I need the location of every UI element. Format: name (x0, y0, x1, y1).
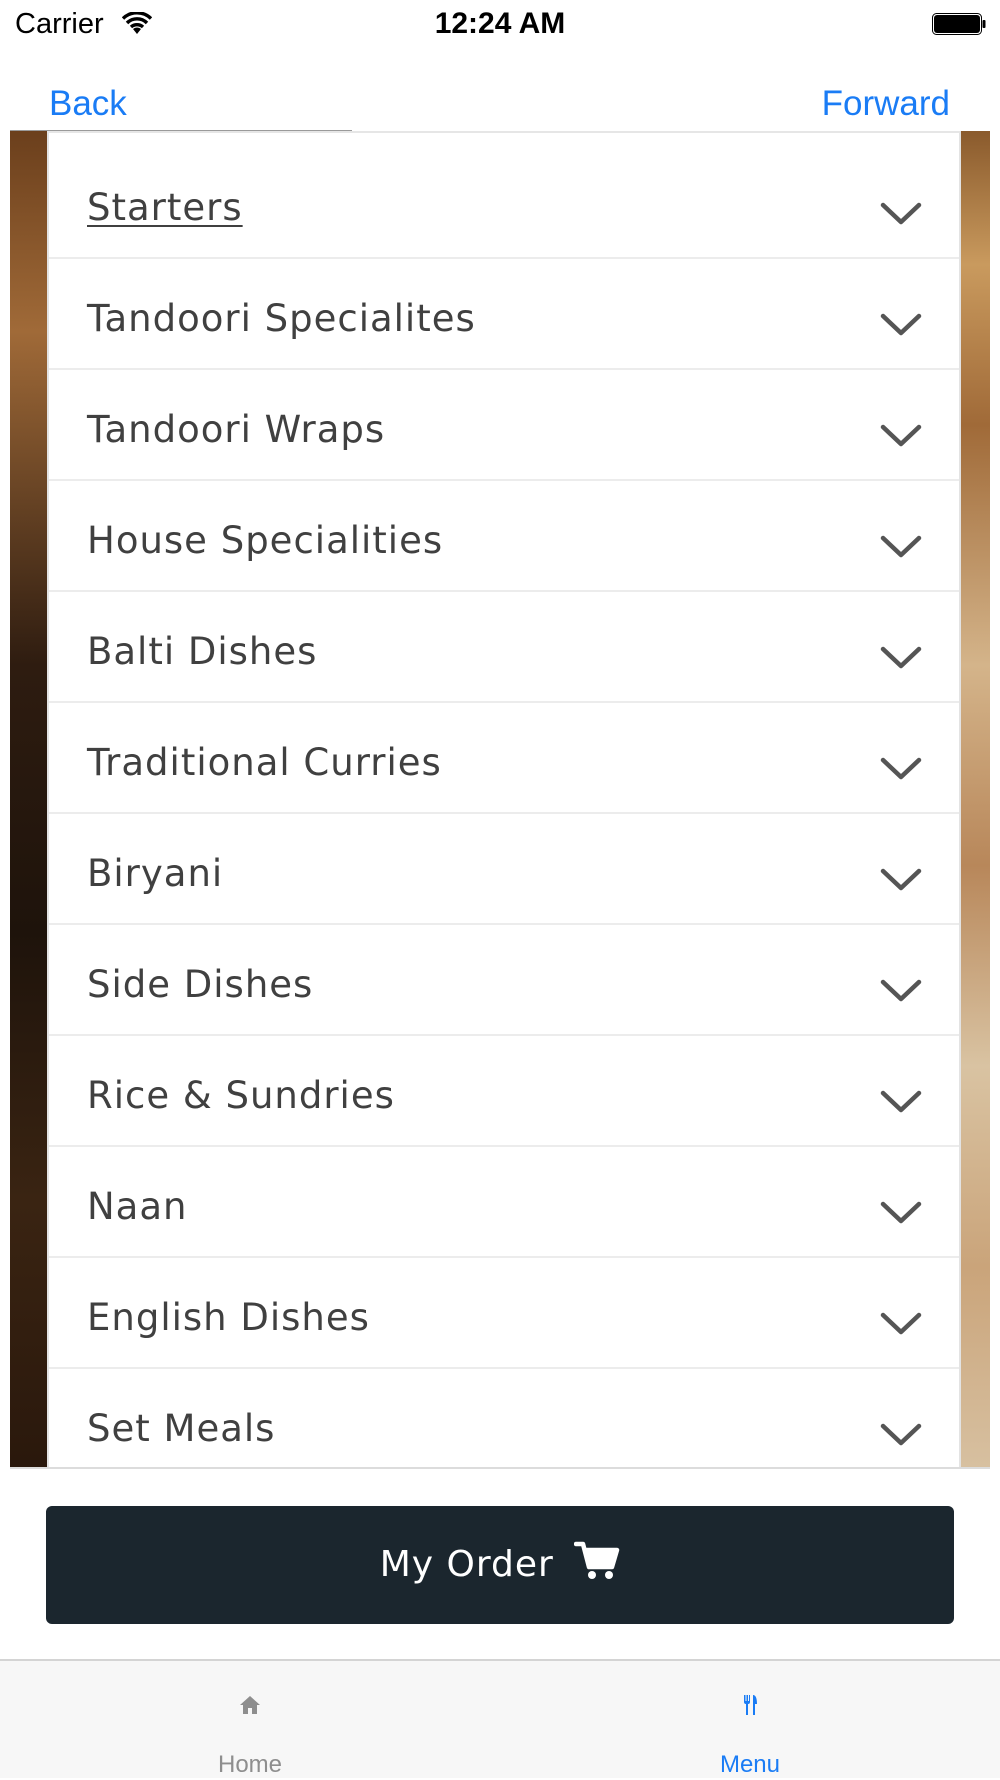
chevron-down-icon[interactable] (879, 1421, 923, 1449)
menu-category-label: House Specialities (87, 519, 444, 562)
menu-category-item[interactable]: Set Meals (49, 1369, 959, 1467)
menu-category-label: Biryani (87, 852, 224, 895)
menu-category-label: Tandoori Specialites (87, 297, 476, 340)
web-content[interactable]: Starters Tandoori Specialites Tandoori Wra… (10, 131, 990, 1467)
menu-category-label: Naan (87, 1185, 188, 1228)
back-button[interactable]: Back (49, 84, 127, 124)
battery-icon (932, 13, 986, 35)
menu-category-item[interactable]: Naan (49, 1147, 959, 1258)
tab-home-label: Home (217, 1751, 283, 1778)
tab-menu[interactable]: Menu (500, 1661, 1000, 1780)
menu-category-list: Starters Tandoori Specialites Tandoori Wra… (47, 131, 961, 1467)
my-order-label: My Order (379, 1544, 554, 1585)
tab-bar: Home Menu (0, 1659, 1000, 1778)
forward-button[interactable]: Forward (822, 84, 950, 124)
menu-category-label: Balti Dishes (87, 630, 318, 673)
fork-knife-icon (744, 1695, 757, 1715)
status-bar: Carrier 12:24 AM (0, 0, 1000, 50)
menu-category-label: Rice & Sundries (87, 1074, 395, 1117)
menu-category-item[interactable]: English Dishes (49, 1258, 959, 1369)
menu-category-item[interactable]: Biryani (49, 814, 959, 925)
menu-category-label: English Dishes (87, 1296, 370, 1339)
menu-category-label: Traditional Curries (87, 741, 442, 784)
menu-category-item[interactable]: Rice & Sundries (49, 1036, 959, 1147)
my-order-button[interactable]: My Order (46, 1506, 954, 1624)
menu-category-label: Set Meals (87, 1407, 276, 1450)
chevron-down-icon[interactable] (879, 1199, 923, 1227)
chevron-down-icon[interactable] (879, 311, 923, 339)
background-photo-left (10, 131, 48, 1467)
chevron-down-icon[interactable] (879, 533, 923, 561)
chevron-down-icon[interactable] (879, 1088, 923, 1116)
my-order-label-row: My Order (46, 1541, 954, 1585)
menu-category-item[interactable]: Side Dishes (49, 925, 959, 1036)
chevron-down-icon[interactable] (879, 866, 923, 894)
chevron-down-icon[interactable] (879, 422, 923, 450)
chevron-down-icon[interactable] (879, 644, 923, 672)
divider (10, 1467, 990, 1469)
browser-nav-bar: Back Forward (0, 50, 1000, 132)
menu-category-item[interactable]: Tandoori Specialites (49, 259, 959, 370)
home-icon (240, 1696, 260, 1714)
cart-icon (574, 1541, 620, 1579)
menu-category-item[interactable]: House Specialities (49, 481, 959, 592)
menu-category-item[interactable]: Starters (49, 148, 959, 259)
menu-category-item[interactable]: Tandoori Wraps (49, 370, 959, 481)
tab-menu-label: Menu (719, 1751, 781, 1778)
clock: 12:24 AM (434, 7, 566, 40)
chevron-down-icon[interactable] (879, 1310, 923, 1338)
chevron-down-icon[interactable] (879, 755, 923, 783)
menu-category-label: Tandoori Wraps (87, 408, 386, 451)
menu-category-item[interactable]: Balti Dishes (49, 592, 959, 703)
menu-category-label: Side Dishes (87, 963, 314, 1006)
menu-category-item[interactable]: Traditional Curries (49, 703, 959, 814)
chevron-down-icon[interactable] (879, 977, 923, 1005)
menu-category-label: Starters (87, 186, 243, 229)
chevron-down-icon[interactable] (879, 200, 923, 228)
tab-home[interactable]: Home (0, 1661, 500, 1780)
